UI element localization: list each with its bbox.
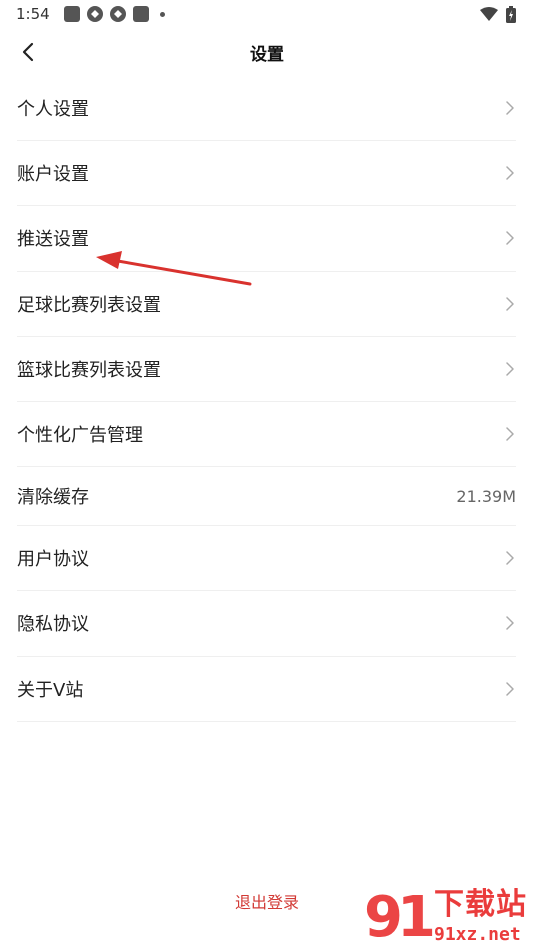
- chevron-left-icon: [22, 42, 34, 62]
- settings-item-account[interactable]: 账户设置: [17, 141, 516, 207]
- chevron-right-icon: [506, 551, 514, 565]
- status-right: [480, 5, 516, 23]
- status-bar: 1:54: [0, 0, 534, 28]
- back-button[interactable]: [10, 34, 46, 70]
- app-round-icon: [86, 6, 103, 22]
- settings-item-ad-personalization[interactable]: 个性化广告管理: [17, 402, 516, 468]
- chevron-right-icon: [506, 362, 514, 376]
- settings-item-push[interactable]: 推送设置: [17, 206, 516, 272]
- settings-list: 个人设置 账户设置 推送设置 足球比赛列表设置 篮球比赛列表设置 个性化广告管理…: [17, 76, 516, 722]
- status-time: 1:54: [16, 5, 50, 23]
- chevron-right-icon: [506, 681, 514, 696]
- chevron-right-icon: [506, 101, 514, 115]
- settings-item-football-list[interactable]: 足球比赛列表设置: [17, 272, 516, 337]
- settings-item-label: 足球比赛列表设置: [17, 294, 161, 316]
- app-square-icon: [63, 6, 80, 22]
- settings-item-label: 关于V站: [17, 679, 84, 701]
- watermark-text: 下载站: [434, 887, 527, 922]
- app-round-icon: [109, 6, 126, 22]
- battery-icon: [506, 5, 516, 23]
- watermark-domain: 91xz.net: [434, 924, 521, 945]
- settings-screen: 1:54 设置 个人设置 账户设置 推送设置 足球比赛列表设置 篮球比赛列表设置…: [0, 0, 534, 950]
- settings-item-label: 账户设置: [17, 164, 89, 186]
- chevron-right-icon: [506, 427, 514, 441]
- page-title: 设置: [250, 44, 284, 65]
- settings-item-personal[interactable]: 个人设置: [17, 76, 516, 142]
- settings-item-label: 个人设置: [17, 99, 89, 121]
- wifi-icon: [480, 7, 498, 21]
- logout-button[interactable]: 退出登录: [235, 889, 299, 913]
- settings-item-about[interactable]: 关于V站: [17, 657, 516, 722]
- cache-size-value: 21.39M: [456, 486, 516, 506]
- chevron-right-icon: [506, 296, 514, 311]
- watermark-number: 91: [364, 885, 436, 950]
- chevron-right-icon: [506, 616, 514, 631]
- chevron-right-icon: [506, 231, 514, 246]
- settings-item-label: 个性化广告管理: [17, 425, 143, 447]
- settings-item-privacy-agreement[interactable]: 隐私协议: [17, 591, 516, 657]
- chevron-right-icon: [506, 166, 514, 181]
- settings-item-label: 用户协议: [17, 549, 89, 571]
- settings-item-user-agreement[interactable]: 用户协议: [17, 526, 516, 592]
- notification-icons: [63, 6, 165, 22]
- dot-icon: [159, 11, 165, 17]
- site-watermark: 91 下载站 91xz.net: [362, 886, 534, 950]
- settings-item-label: 隐私协议: [17, 614, 89, 636]
- app-header: 设置: [0, 30, 534, 74]
- settings-item-label: 清除缓存: [17, 487, 89, 509]
- settings-item-clear-cache[interactable]: 清除缓存 21.39M: [17, 467, 516, 527]
- settings-item-label: 篮球比赛列表设置: [17, 359, 161, 381]
- settings-item-label: 推送设置: [17, 229, 89, 251]
- settings-item-basketball-list[interactable]: 篮球比赛列表设置: [17, 337, 516, 402]
- app-square-icon: [132, 6, 149, 22]
